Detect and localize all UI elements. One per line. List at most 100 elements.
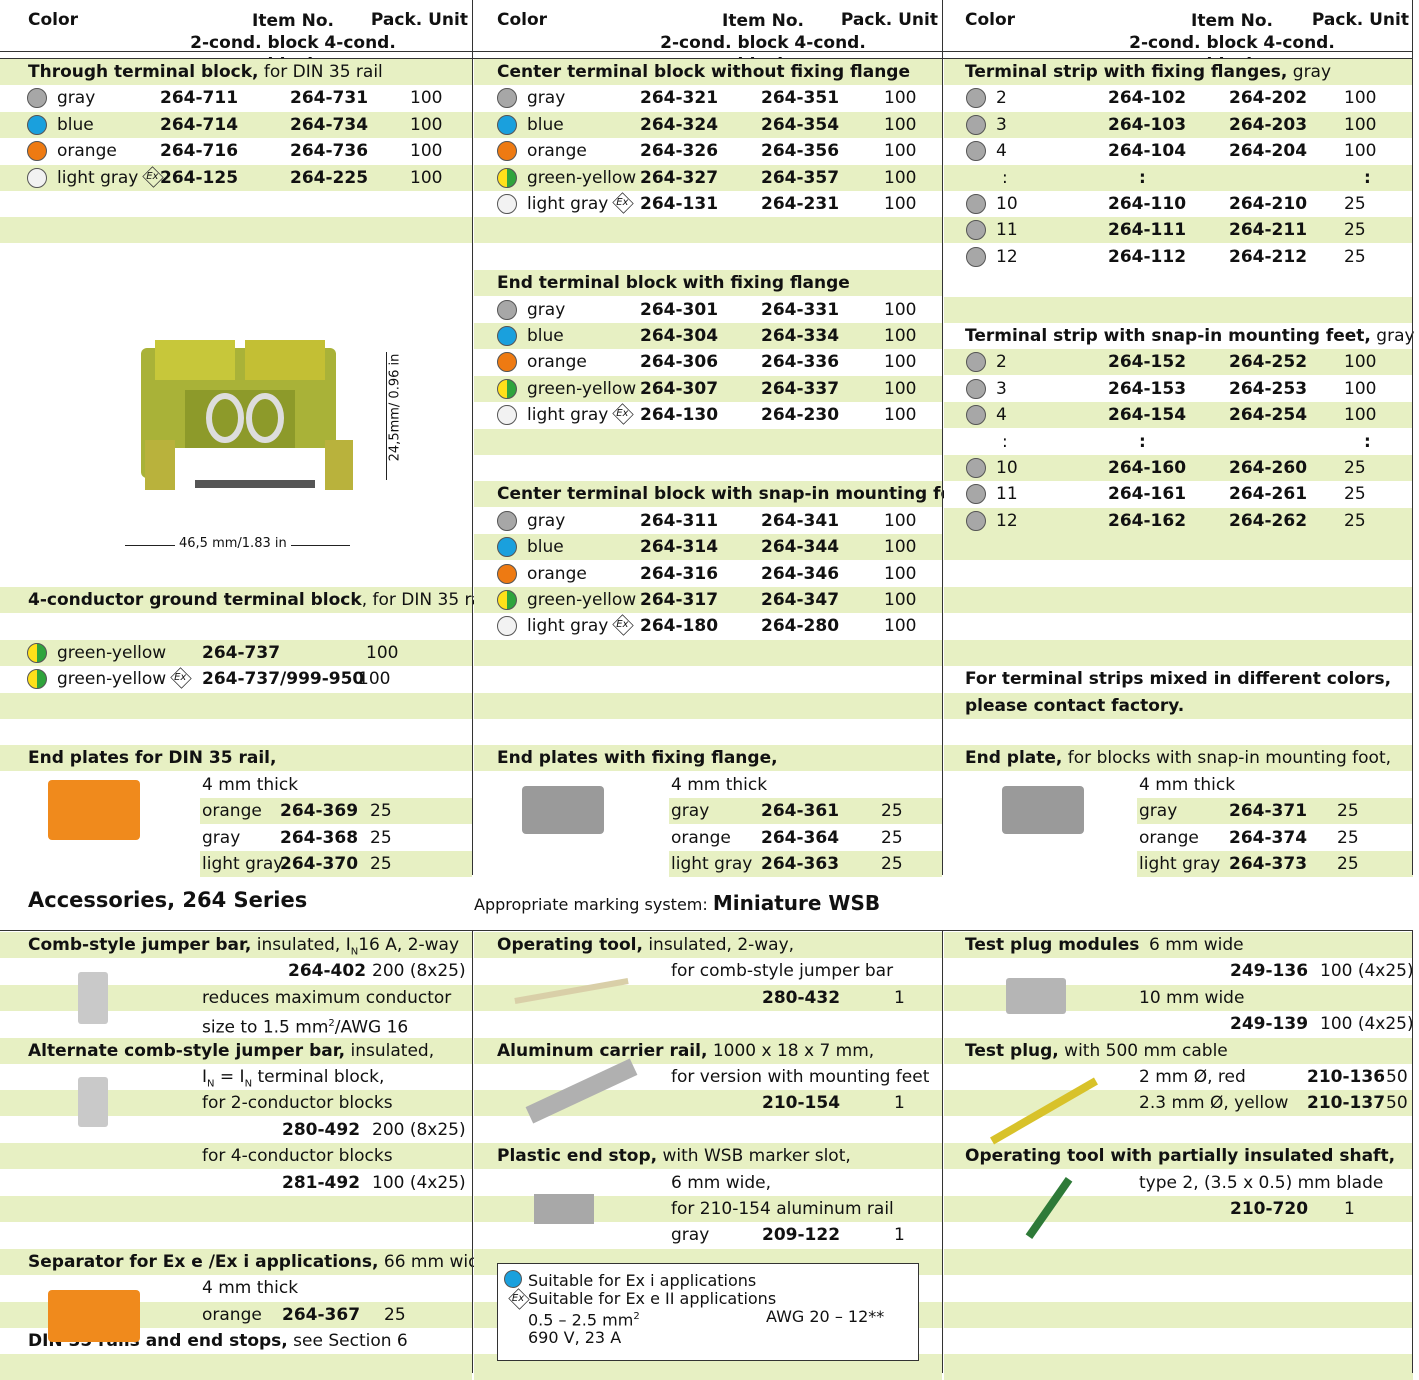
item-number-2cond: 264-161 — [1108, 484, 1187, 505]
table-row — [944, 1354, 1413, 1380]
section-title-rest: see Section 6 — [287, 1331, 408, 1351]
separator-image — [48, 1290, 140, 1342]
item-number-2cond: 264-327 — [640, 167, 719, 188]
color-label: orange — [527, 563, 587, 584]
pack-unit: 100 (4x25) — [1320, 1014, 1414, 1035]
orange-dot-icon — [497, 141, 517, 162]
accessory-column: Test plug modules 6 mm wide 249-136 100 (4x… — [944, 932, 1414, 1380]
product-row: 4 264-154 264-254 100 — [944, 402, 1413, 429]
pole-count: 2 — [996, 88, 1007, 109]
table-row: type 2, (3.5 x 0.5) mm blade — [944, 1169, 1413, 1196]
mixed-colors-note: For terminal strips mixed in different c… — [965, 669, 1392, 690]
orange-dot-icon — [497, 352, 517, 373]
product-row: 3 264-103 264-203 100 — [944, 111, 1413, 138]
header-col3: Color Item No.2-cond. block 4-cond. bloc… — [943, 0, 1413, 75]
table-row — [474, 428, 942, 455]
blue-dot-icon — [27, 114, 47, 135]
section-title-rest: with 500 mm cable — [1058, 1040, 1228, 1061]
section-title-bold: End terminal block with fixing flange — [497, 273, 850, 294]
pack-unit: 50 — [1386, 1067, 1408, 1087]
item-number-4cond: 264-357 — [761, 167, 840, 188]
item-number-2cond: : — [1139, 167, 1146, 188]
product-row: light gray 264-363 25 — [669, 851, 942, 877]
gray-dot-icon — [966, 114, 986, 135]
item-number-4cond: 264-346 — [761, 563, 840, 584]
table-row — [474, 217, 942, 244]
section-heading: End terminal block with fixing flange — [497, 270, 850, 296]
jumper-bar-image — [78, 972, 108, 1024]
table-row — [944, 270, 1413, 297]
pack-unit: 25 — [1344, 220, 1366, 241]
color-label: blue — [527, 114, 564, 135]
section-title-rest: gray — [1287, 62, 1332, 82]
greenyellow-dot-icon — [497, 167, 517, 188]
table-row: size to 1.5 mm2/AWG 16 — [0, 1011, 472, 1038]
color-label: gray — [527, 299, 566, 320]
item-number: 264-370 — [280, 854, 359, 874]
note: 6 mm wide — [1149, 935, 1244, 955]
product-row: blue 264-324 264-354 100 — [474, 111, 942, 138]
table-row — [944, 1301, 1413, 1328]
pole-count: 2 — [996, 352, 1007, 373]
item-number-2cond: 264-716 — [160, 141, 239, 162]
pack-unit: 100 — [1344, 405, 1377, 426]
table-row — [944, 613, 1413, 640]
section-title-bold: Operating tool, — [497, 935, 643, 955]
item-number-4cond: 264-344 — [761, 537, 840, 558]
section-title-bold: Terminal strip with snap-in mounting fee… — [965, 326, 1371, 346]
section-heading: Separator for Ex e /Ex i applications, 6… — [28, 1249, 495, 1275]
section-title-bold: Test plug modules — [965, 935, 1140, 955]
pack-unit: 25 — [1337, 854, 1359, 874]
color-label: green-yellow — [527, 590, 637, 610]
section-heading: Through terminal block, for DIN 35 rail — [28, 59, 383, 85]
item-number-4cond: 264-212 — [1229, 246, 1308, 267]
text: 4 mm thick — [202, 774, 299, 795]
item-number-4cond: 264-225 — [290, 167, 369, 188]
divider — [0, 58, 1413, 59]
gray-dot-icon — [497, 510, 517, 531]
product-row: 12 264-162 264-262 25 — [944, 507, 1413, 534]
ex-legend: Suitable for Ex i applications Ex Suitable… — [497, 1263, 919, 1361]
item-number-2cond: 264-162 — [1108, 510, 1187, 531]
note: for 4-conductor blocks — [202, 1146, 393, 1167]
pack-unit: 100 — [358, 669, 391, 690]
product-row: blue 264-304 264-334 100 — [474, 323, 942, 349]
pack-unit: 100 — [884, 378, 917, 399]
section-title: 4-conductor ground terminal block, for D… — [0, 587, 491, 613]
pack-unit: 25 — [384, 1304, 406, 1325]
color-label: green-yellow Ex — [57, 666, 194, 692]
pack-unit: 1 — [894, 1093, 905, 1114]
product-row: 3 264-153 264-253 100 — [944, 375, 1413, 402]
gray-dot-icon — [966, 378, 986, 399]
color-label: light gray Ex — [527, 191, 636, 217]
color-label: blue — [527, 537, 564, 558]
pack-unit: 100 — [884, 167, 917, 188]
pack-unit: 100 — [884, 510, 917, 531]
product-row: gray 264-368 25 — [200, 824, 472, 851]
header-color: Color — [965, 10, 1016, 30]
color-label: green-yellow — [527, 378, 637, 399]
note: for 210-154 aluminum rail — [671, 1199, 894, 1219]
color-label: orange — [202, 1304, 262, 1325]
section-title-bold: Alternate comb-style jumper bar, — [28, 1040, 346, 1061]
section-heading: Test plug modules — [965, 932, 1139, 958]
item-number-4cond: 264-334 — [761, 326, 840, 346]
pole-count: 12 — [996, 510, 1018, 531]
item-number: 264-371 — [1229, 801, 1308, 822]
table-row — [474, 639, 942, 666]
product-row: orange 264-716 264-736 100 — [0, 138, 472, 165]
product-row: orange 264-369 25 — [200, 798, 472, 825]
accessories-section: Comb-style jumper bar, insulated, IN16 A… — [0, 932, 1414, 1380]
item-number-2cond: 264-307 — [640, 378, 719, 399]
ex-e-icon: Ex — [169, 667, 192, 689]
pole-count: 11 — [996, 484, 1018, 505]
note: type 2, (3.5 x 0.5) mm blade — [1139, 1172, 1384, 1193]
pack-unit: 25 — [370, 801, 392, 822]
product-row: light gray Ex 264-125 264-225 100 — [0, 164, 472, 191]
pack-unit: 100 — [366, 642, 399, 663]
section-heading: End plates with fixing flange, — [497, 745, 778, 771]
header-color: Color — [28, 10, 79, 30]
section-title-rest: gray — [1370, 326, 1415, 346]
pack-unit: 100 — [1344, 88, 1377, 109]
item-number-4cond: 264-203 — [1229, 114, 1308, 135]
